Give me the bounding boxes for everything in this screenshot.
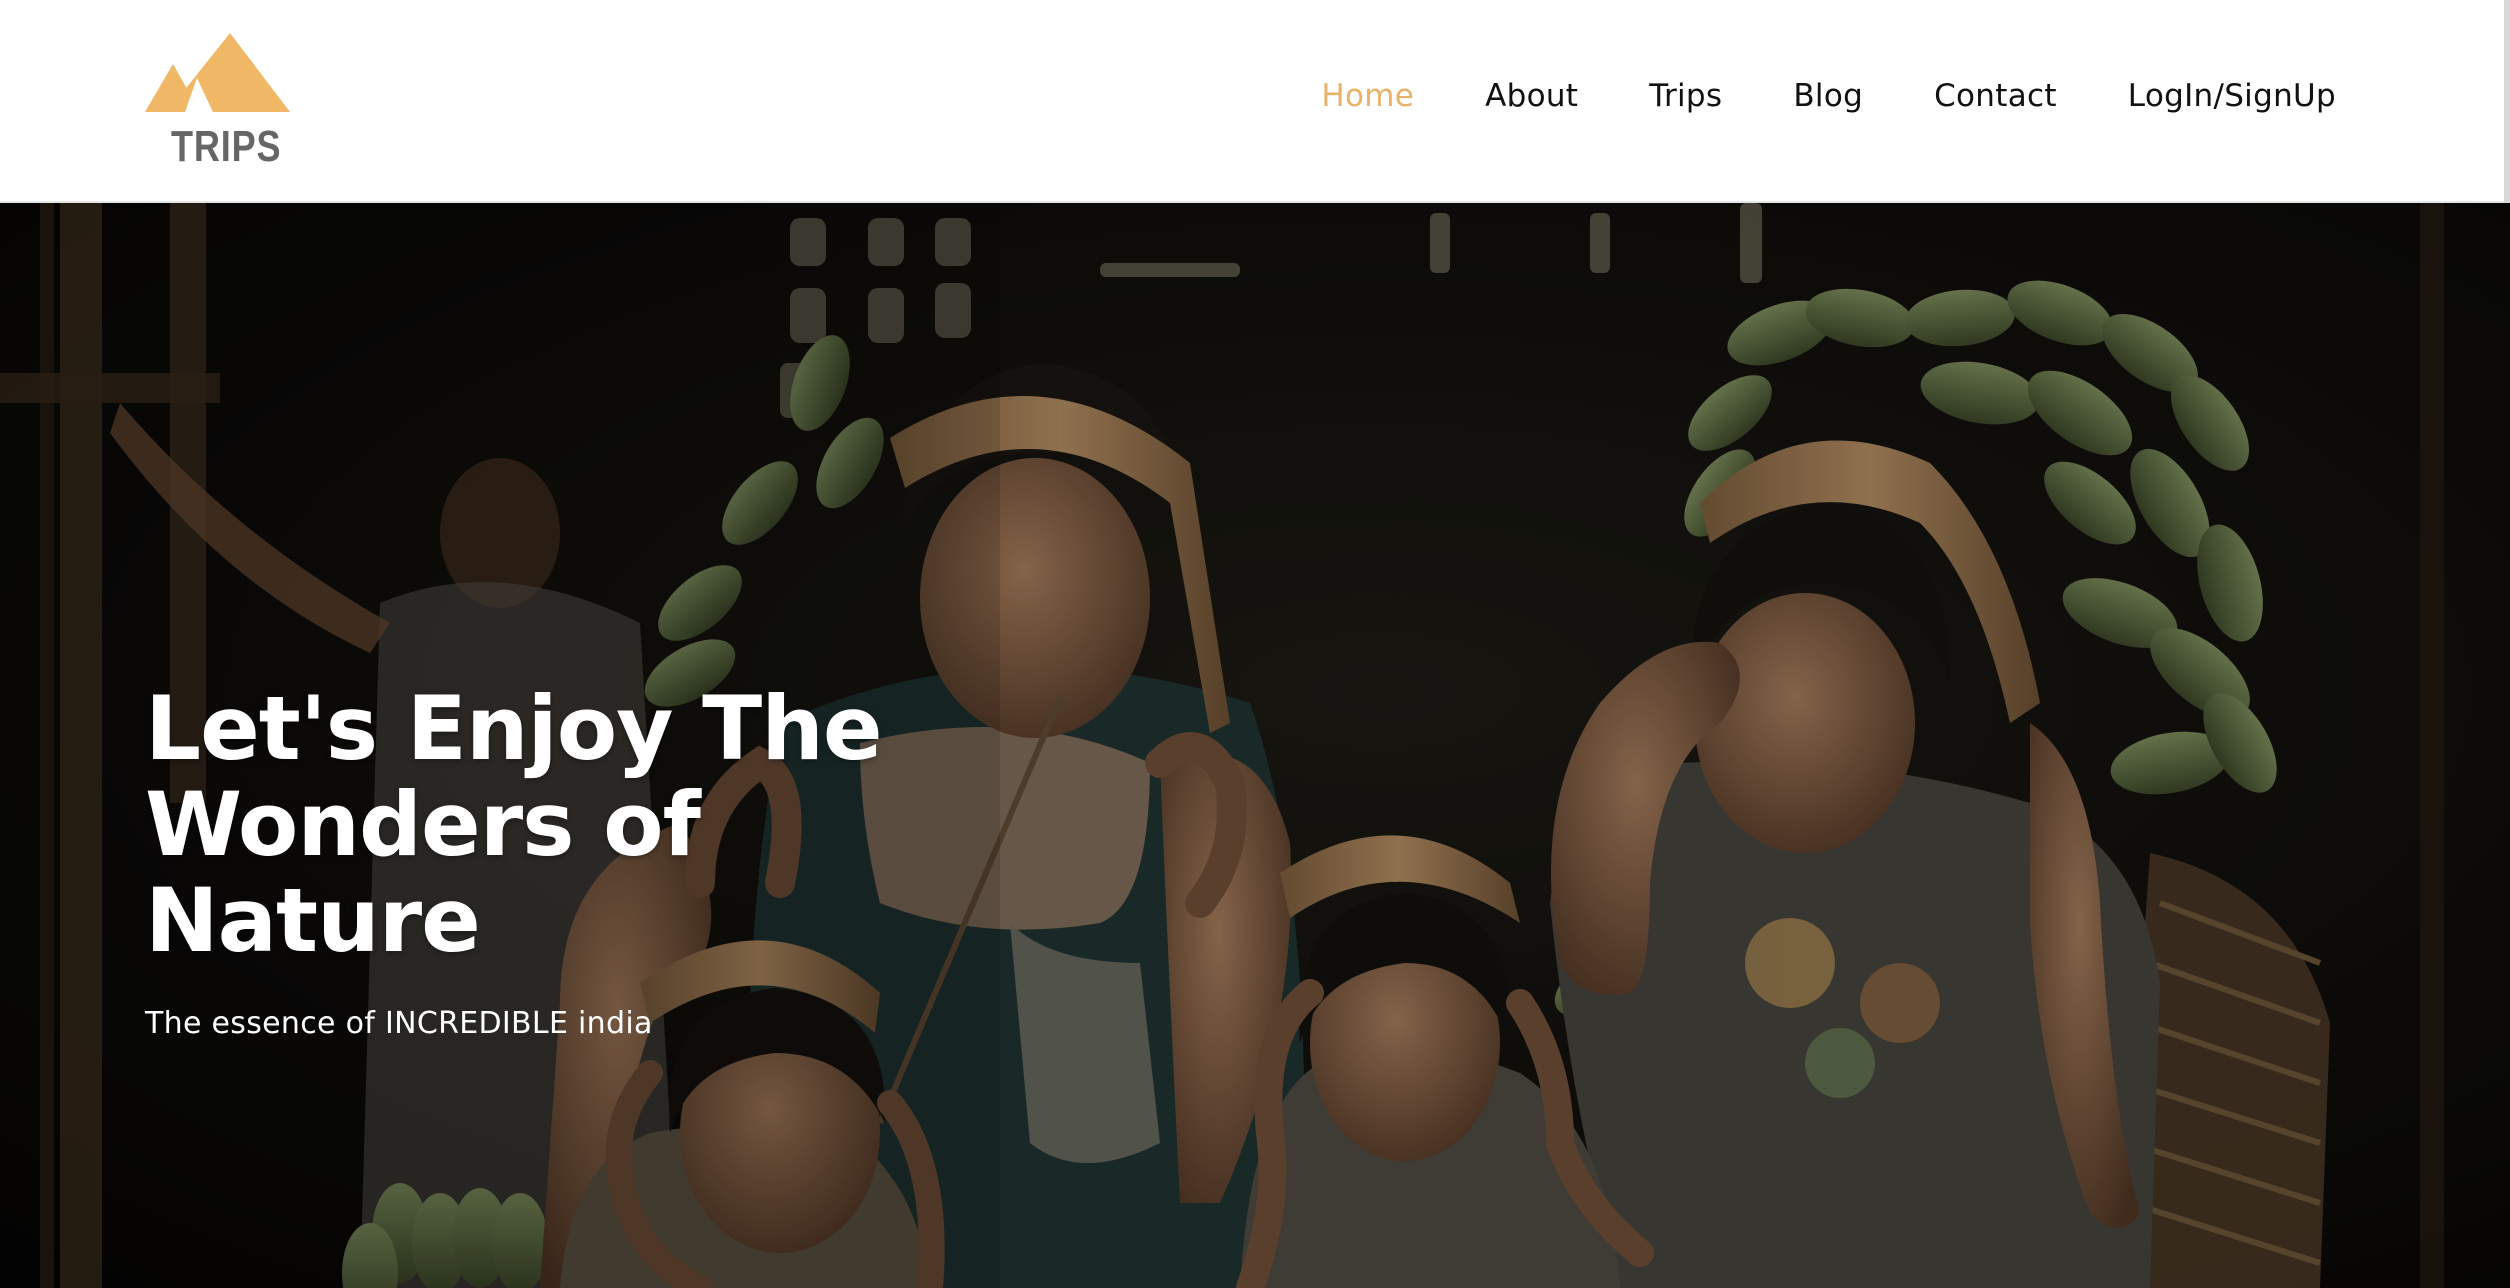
nav-blog[interactable]: Blog [1793, 78, 1863, 115]
hero-title: Let's Enjoy The Wonders of Nature [145, 677, 883, 972]
hero-subtitle: The essence of INCREDIBLE india [145, 1006, 653, 1041]
scrollbar[interactable] [2504, 0, 2510, 203]
mountain-icon [145, 33, 290, 112]
nav-contact[interactable]: Contact [1934, 78, 2057, 115]
hero-section: Let's Enjoy The Wonders of Nature The es… [0, 203, 2510, 1288]
site-header: TRIPS Home About Trips Blog Contact LogI… [0, 0, 2510, 203]
nav-trips[interactable]: Trips [1649, 78, 1722, 115]
logo-text: TRIPS [171, 122, 282, 171]
nav-about[interactable]: About [1485, 78, 1578, 115]
nav-login-signup[interactable]: LogIn/SignUp [2128, 78, 2336, 115]
nav-home[interactable]: Home [1321, 78, 1414, 115]
main-nav: Home About Trips Blog Contact LogIn/Sign… [1250, 78, 2336, 115]
site-logo[interactable]: TRIPS [145, 30, 295, 180]
